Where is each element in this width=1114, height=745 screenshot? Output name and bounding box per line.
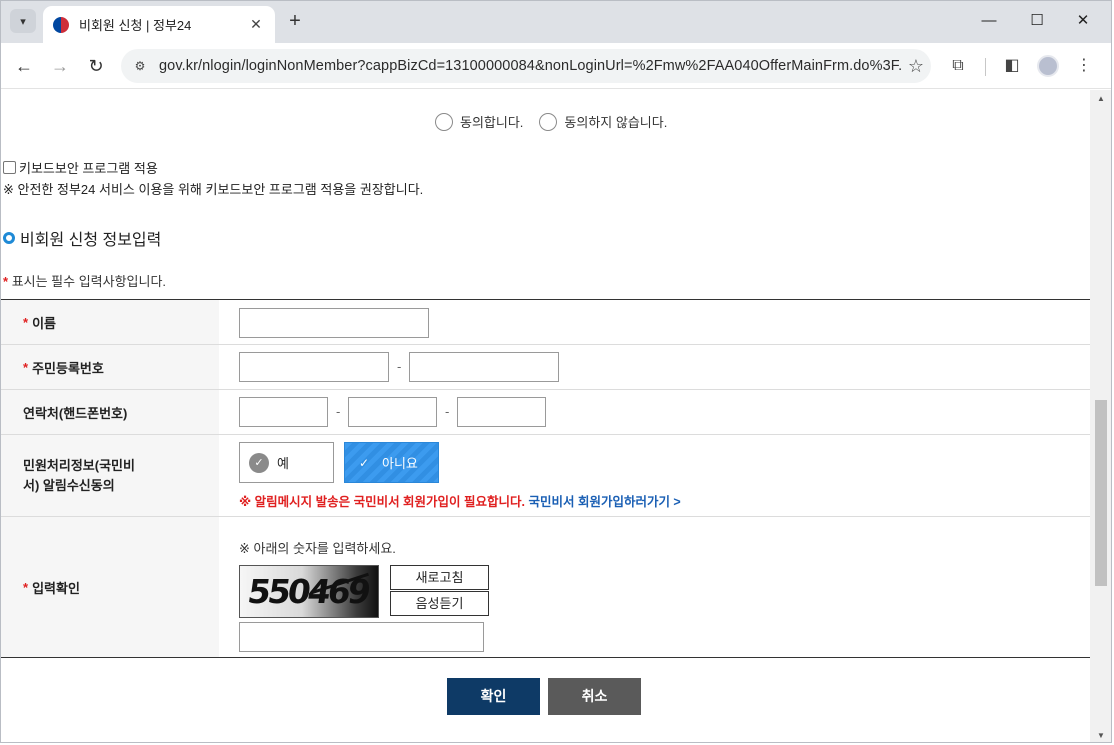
notify-notice-text: ※ 알림메시지 발송은 국민비서 회원가입이 필요합니다. xyxy=(239,495,525,509)
address-bar[interactable]: ⚙ gov.kr/nlogin/loginNonMember?cappBizCd… xyxy=(121,49,931,83)
captcha-label-cell: * 입력확인 xyxy=(1,517,219,657)
agree-radio[interactable] xyxy=(435,112,453,131)
name-label: 이름 xyxy=(32,315,56,331)
extensions-puzzle-icon[interactable]: ⧉ xyxy=(946,55,970,77)
captcha-note: ※ 아래의 숫자를 입력하세요. xyxy=(239,541,396,556)
notify-no-toggle[interactable]: ✓ 아니요 xyxy=(344,442,439,483)
phone-dash-2: - xyxy=(445,404,450,419)
captcha-audio-button[interactable]: 음성듣기 xyxy=(390,591,489,616)
row-notify-consent: 민원처리정보(국민비서) 알림수신동의 ✓ 예 ✓ 아니요 ※ 알림메시지 발송… xyxy=(1,435,1090,517)
minimize-icon[interactable]: — xyxy=(966,9,1012,33)
required-star-icon: * xyxy=(23,314,29,330)
browser-tab[interactable]: 비회원 신청 | 정부24 ✕ xyxy=(43,6,275,43)
name-input[interactable] xyxy=(239,308,429,338)
row-captcha: * 입력확인 ※ 아래의 숫자를 입력하세요. 550469 새로고침 음성듣기 xyxy=(1,517,1090,658)
agree-label[interactable]: 동의합니다. xyxy=(460,112,523,131)
notify-signup-link[interactable]: 국민비서 회원가입하러가기 > xyxy=(528,495,680,509)
required-star-icon: * xyxy=(23,359,29,375)
url-text[interactable]: gov.kr/nlogin/loginNonMember?cappBizCd=1… xyxy=(159,58,901,74)
phone-middle-input[interactable] xyxy=(348,397,437,427)
notify-label-cell: 민원처리정보(국민비서) 알림수신동의 xyxy=(1,435,219,516)
rrn-input-cell: - xyxy=(219,345,1090,389)
row-phone: 연락처(핸드폰번호) - - xyxy=(1,390,1090,435)
phone-label-cell: 연락처(핸드폰번호) xyxy=(1,390,219,434)
captcha-label: 입력확인 xyxy=(32,580,80,596)
site-info-icon[interactable]: ⚙ xyxy=(129,55,151,77)
check-circle-icon: ✓ xyxy=(249,452,269,473)
notify-no-label: 아니요 xyxy=(382,456,418,471)
korea-flag-favicon-icon xyxy=(53,16,69,33)
row-rrn: * 주민등록번호 - xyxy=(1,345,1090,390)
required-note-text: 표시는 필수 입력사항입니다. xyxy=(11,274,167,289)
disagree-label[interactable]: 동의하지 않습니다. xyxy=(564,112,667,131)
applicant-form-table: * 이름 * 주민등록번호 - 연락처(핸드폰번호) - - 민원처리정보(국민… xyxy=(1,299,1090,658)
rrn-back-input[interactable] xyxy=(409,352,559,382)
required-star-icon: * xyxy=(23,579,29,595)
maximize-icon[interactable]: ☐ xyxy=(1014,9,1060,33)
agreement-radio-group: 동의합니다. 동의하지 않습니다. xyxy=(435,112,683,131)
keyboard-security-checkbox[interactable] xyxy=(3,161,16,174)
phone-dash-1: - xyxy=(336,404,341,419)
captcha-input-cell: ※ 아래의 숫자를 입력하세요. 550469 새로고침 음성듣기 xyxy=(219,517,1090,657)
notify-yes-label: 예 xyxy=(277,456,289,471)
new-tab-plus-icon[interactable]: + xyxy=(284,10,306,32)
page-viewport: 동의합니다. 동의하지 않습니다. 키보드보안 프로그램 적용 ※ 안전한 정부… xyxy=(1,90,1111,742)
notify-notice: ※ 알림메시지 발송은 국민비서 회원가입이 필요합니다. 국민비서 회원가입하… xyxy=(239,491,681,510)
captcha-image: 550469 xyxy=(239,565,379,618)
tab-close-icon[interactable]: ✕ xyxy=(247,16,265,33)
bookmark-star-icon[interactable]: ☆ xyxy=(901,56,931,77)
keyboard-security-note: ※ 안전한 정부24 서비스 이용을 위해 키보드보안 프로그램 적용을 권장합… xyxy=(3,182,424,197)
phone-last-input[interactable] xyxy=(457,397,546,427)
keyboard-security-row: 키보드보안 프로그램 적용 xyxy=(3,158,158,177)
notify-yes-toggle[interactable]: ✓ 예 xyxy=(239,442,334,483)
page-content: 동의합니다. 동의하지 않습니다. 키보드보안 프로그램 적용 ※ 안전한 정부… xyxy=(1,90,1090,742)
kebab-menu-icon[interactable]: ⋮ xyxy=(1072,55,1096,77)
name-input-cell xyxy=(219,300,1090,344)
tab-strip: ▾ 비회원 신청 | 정부24 ✕ + — ☐ ✕ xyxy=(1,1,1111,43)
name-label-cell: * 이름 xyxy=(1,300,219,344)
phone-first-input[interactable] xyxy=(239,397,328,427)
tab-search-chevron-icon[interactable]: ▾ xyxy=(10,9,36,33)
required-star-icon: * xyxy=(3,274,9,289)
window-close-icon[interactable]: ✕ xyxy=(1060,9,1106,33)
browser-window: ▾ 비회원 신청 | 정부24 ✕ + — ☐ ✕ ← → ↻ ⚙ gov.kr… xyxy=(0,0,1112,743)
browser-toolbar: ← → ↻ ⚙ gov.kr/nlogin/loginNonMember?cap… xyxy=(1,43,1111,89)
captcha-refresh-button[interactable]: 새로고침 xyxy=(390,565,489,590)
rrn-front-input[interactable] xyxy=(239,352,389,382)
disagree-radio[interactable] xyxy=(539,112,558,131)
reload-icon[interactable]: ↻ xyxy=(82,52,110,80)
back-arrow-icon[interactable]: ← xyxy=(10,52,38,80)
rrn-dash: - xyxy=(397,359,402,374)
rrn-label: 주민등록번호 xyxy=(32,360,104,376)
tab-title: 비회원 신청 | 정부24 xyxy=(79,18,192,33)
page-scrollbar[interactable]: ▲ ▼ xyxy=(1090,90,1111,742)
confirm-button[interactable]: 확인 xyxy=(447,678,540,715)
phone-input-cell: - - xyxy=(219,390,1090,434)
side-panel-icon[interactable]: ◧ xyxy=(1000,55,1024,77)
phone-label: 연락처(핸드폰번호) xyxy=(23,405,128,421)
keyboard-security-label[interactable]: 키보드보안 프로그램 적용 xyxy=(19,158,158,177)
rrn-label-cell: * 주민등록번호 xyxy=(1,345,219,389)
section-title: 비회원 신청 정보입력 xyxy=(3,226,161,250)
forward-arrow-icon[interactable]: → xyxy=(46,52,74,80)
scroll-down-arrow-icon[interactable]: ▼ xyxy=(1097,731,1105,740)
section-title-text: 비회원 신청 정보입력 xyxy=(20,232,162,249)
scroll-up-arrow-icon[interactable]: ▲ xyxy=(1097,94,1105,103)
profile-avatar[interactable] xyxy=(1037,55,1059,77)
check-mark-icon: ✓ xyxy=(358,455,370,470)
toolbar-divider xyxy=(985,58,986,76)
notify-input-cell: ✓ 예 ✓ 아니요 ※ 알림메시지 발송은 국민비서 회원가입이 필요합니다. … xyxy=(219,435,1090,516)
captcha-input[interactable] xyxy=(239,622,484,652)
notify-label: 민원처리정보(국민비서) 알림수신동의 xyxy=(23,457,135,493)
required-note: * 표시는 필수 입력사항입니다. xyxy=(3,271,166,290)
bullet-ring-icon xyxy=(3,232,15,244)
scroll-thumb[interactable] xyxy=(1095,400,1107,586)
row-name: * 이름 xyxy=(1,300,1090,345)
cancel-button[interactable]: 취소 xyxy=(548,678,641,715)
